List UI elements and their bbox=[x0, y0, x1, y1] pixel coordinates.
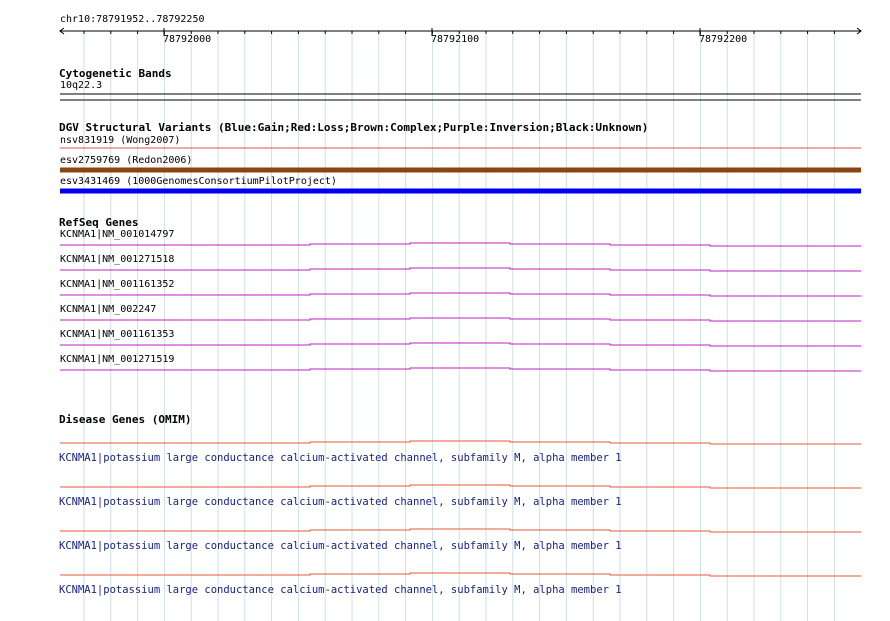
refseq-gene-line bbox=[60, 342, 861, 347]
refseq-gene-line bbox=[60, 292, 861, 297]
dgv-variant-label[interactable]: esv2759769 (Redon2006) bbox=[60, 155, 192, 167]
refseq-gene-label[interactable]: KCNMA1|NM_001014797 bbox=[60, 229, 174, 241]
omim-gene-label[interactable]: KCNMA1|potassium large conductance calci… bbox=[59, 452, 622, 464]
refseq-track-title: RefSeq Genes bbox=[59, 216, 139, 229]
dgv-track-title: DGV Structural Variants (Blue:Gain;Red:L… bbox=[59, 121, 649, 134]
ruler-tick-label: 78792100 bbox=[431, 34, 480, 45]
dgv-variant-label[interactable]: nsv831919 (Wong2007) bbox=[60, 135, 180, 147]
refseq-gene-line bbox=[60, 367, 861, 372]
dgv-variant-label[interactable]: esv3431469 (1000GenomesConsortiumPilotPr… bbox=[60, 176, 337, 188]
refseq-gene-label[interactable]: KCNMA1|NM_001161353 bbox=[60, 329, 174, 341]
refseq-gene-label[interactable]: KCNMA1|NM_001271519 bbox=[60, 354, 174, 366]
location-label: chr10:78791952..78792250 bbox=[60, 14, 205, 25]
omim-track-title: Disease Genes (OMIM) bbox=[59, 413, 192, 426]
refseq-gene-line bbox=[60, 317, 861, 322]
cytoband-track-title: Cytogenetic Bands bbox=[59, 67, 172, 80]
dgv-variant-bar bbox=[60, 147, 861, 149]
omim-gene-line bbox=[60, 484, 861, 489]
omim-gene-line bbox=[60, 572, 861, 577]
dgv-variant-bar bbox=[60, 188, 861, 194]
refseq-gene-label[interactable]: KCNMA1|NM_002247 bbox=[60, 304, 156, 316]
refseq-gene-line bbox=[60, 267, 861, 272]
refseq-gene-label[interactable]: KCNMA1|NM_001271518 bbox=[60, 254, 174, 266]
omim-gene-line bbox=[60, 528, 861, 533]
ruler-tick-label: 78792200 bbox=[699, 34, 748, 45]
omim-gene-label[interactable]: KCNMA1|potassium large conductance calci… bbox=[59, 496, 622, 508]
omim-gene-label[interactable]: KCNMA1|potassium large conductance calci… bbox=[59, 584, 622, 596]
omim-gene-label[interactable]: KCNMA1|potassium large conductance calci… bbox=[59, 540, 622, 552]
omim-gene-line bbox=[60, 440, 861, 445]
refseq-gene-label[interactable]: KCNMA1|NM_001161352 bbox=[60, 279, 174, 291]
refseq-gene-line bbox=[60, 242, 861, 247]
ruler-tick-label: 78792000 bbox=[163, 34, 212, 45]
dgv-variant-bar bbox=[60, 167, 861, 173]
cytoband-label[interactable]: 10q22.3 bbox=[60, 80, 102, 92]
